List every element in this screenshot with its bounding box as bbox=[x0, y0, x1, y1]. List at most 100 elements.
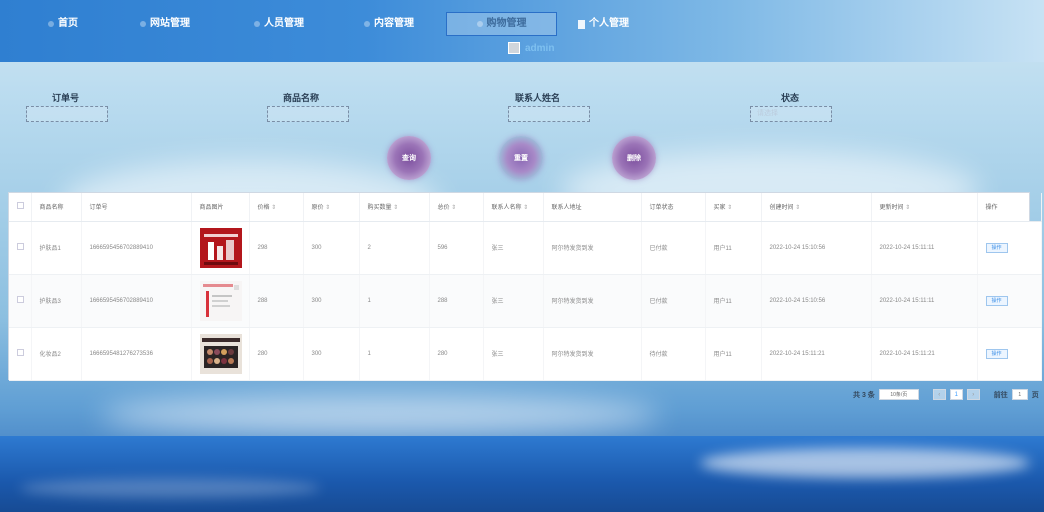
page-suffix: 页 bbox=[1031, 391, 1039, 399]
table-row[interactable]: 护肤品1 16665954567028894​10 298 300 2 596 bbox=[9, 221, 1042, 275]
row-checkbox[interactable] bbox=[17, 296, 24, 303]
total-count: 共 3 条 bbox=[853, 391, 875, 399]
price-cell: 298 bbox=[249, 221, 304, 275]
column-header-sortable[interactable]: 更新时间 ⇕ bbox=[871, 193, 978, 222]
product-image-cell bbox=[191, 327, 250, 381]
column-header: 商品名称 bbox=[31, 193, 82, 222]
order-number-input[interactable] bbox=[26, 106, 108, 122]
current-page[interactable]: 1 bbox=[949, 389, 963, 400]
nav-item-site-management[interactable]: 网站管理 bbox=[140, 12, 190, 36]
column-header-sortable[interactable]: 联系人名称 ⇕ bbox=[483, 193, 544, 222]
column-header-sortable[interactable]: 购买数量 ⇕ bbox=[359, 193, 430, 222]
product-name-input[interactable] bbox=[267, 106, 349, 122]
nav-item-label: 购物管理 bbox=[486, 18, 527, 29]
product-name-cell: 护肤品3 bbox=[31, 274, 82, 328]
document-icon bbox=[578, 19, 585, 29]
table-row[interactable]: 化妆品2 1666595481276273536 280 300 1 280 张… bbox=[9, 327, 1042, 381]
page-size-select[interactable]: 10条/页 bbox=[878, 389, 919, 400]
query-button[interactable]: 查询 bbox=[387, 136, 431, 180]
contact-name-input[interactable] bbox=[508, 106, 590, 122]
product-image-cell bbox=[191, 221, 250, 275]
table-header-row: 商品名称 订单号 商品图片 价格 ⇕ 原价 ⇕ 购买数量 ⇕ 总价 ⇕ 联系人名… bbox=[9, 193, 1042, 222]
price-cell: 288 bbox=[249, 274, 304, 328]
sort-icon[interactable]: ⇕ bbox=[271, 205, 276, 211]
select-all-checkbox[interactable] bbox=[17, 202, 24, 210]
nav-item-personal-management[interactable]: 个人管理 bbox=[578, 12, 629, 36]
quantity-cell: 1 bbox=[359, 274, 430, 328]
dot-icon bbox=[364, 21, 370, 27]
nav-item-personnel-management[interactable]: 人员管理 bbox=[254, 12, 304, 36]
buyer-cell: 用户11 bbox=[705, 274, 762, 328]
orders-table: 商品名称 订单号 商品图片 价格 ⇕ 原价 ⇕ 购买数量 ⇕ 总价 ⇕ 联系人名… bbox=[8, 192, 1042, 381]
actions-cell: 操作 bbox=[977, 274, 1042, 328]
nav-item-home[interactable]: 首页 bbox=[48, 12, 78, 36]
table-row[interactable]: 护肤品3 1666595456702889410 288 300 1 288 张… bbox=[9, 274, 1042, 328]
nav-item-shopping-management[interactable]: 购物管理 bbox=[446, 12, 557, 36]
next-page-button[interactable]: › bbox=[966, 389, 980, 400]
actions-cell: 操作 bbox=[977, 221, 1042, 275]
order-number-cell: 1666595481276273536 bbox=[81, 327, 192, 381]
sort-icon[interactable]: ⇕ bbox=[325, 205, 330, 211]
total-cell: 288 bbox=[429, 274, 484, 328]
top-navigation: 首页 网站管理 人员管理 内容管理 购物管理 个人管理 admin bbox=[0, 0, 1044, 62]
nav-item-label: 首页 bbox=[58, 18, 78, 29]
original-price-cell: 300 bbox=[303, 327, 360, 381]
total-cell: 596 bbox=[429, 221, 484, 275]
sort-icon[interactable]: ⇕ bbox=[795, 205, 800, 211]
column-header-label: 联系人名称 bbox=[491, 205, 522, 212]
goto-page-input[interactable]: 1 bbox=[1011, 389, 1028, 400]
user-menu[interactable]: admin bbox=[508, 42, 554, 54]
row-checkbox[interactable] bbox=[17, 349, 24, 356]
column-header: 操作 bbox=[977, 193, 1042, 222]
sort-icon[interactable]: ⇕ bbox=[905, 205, 910, 211]
column-header-sortable[interactable]: 价格 ⇕ bbox=[249, 193, 304, 222]
order-status-cell: 待付款 bbox=[641, 327, 706, 381]
product-image bbox=[199, 280, 242, 321]
row-action-button[interactable]: 操作 bbox=[985, 295, 1008, 306]
order-status-cell: 已付款 bbox=[641, 274, 706, 328]
original-price-cell: 300 bbox=[303, 274, 360, 328]
sort-icon[interactable]: ⇕ bbox=[451, 205, 456, 211]
column-header-label: 买家 bbox=[713, 205, 726, 212]
column-header: 联系人地址 bbox=[543, 193, 642, 222]
select-all-checkbox-cell[interactable] bbox=[9, 193, 32, 222]
row-action-button[interactable]: 操作 bbox=[985, 348, 1008, 359]
original-price-cell: 300 bbox=[303, 221, 360, 275]
dot-icon bbox=[48, 21, 54, 27]
delete-button[interactable]: 删除 bbox=[612, 136, 656, 180]
contact-name-label: 联系人姓名 bbox=[515, 93, 561, 103]
row-checkbox[interactable] bbox=[17, 243, 24, 250]
cloud-decoration bbox=[100, 395, 660, 435]
updated-time-cell: 2022-10-24 15:11:21 bbox=[871, 327, 978, 381]
product-name-label: 商品名称 bbox=[283, 93, 320, 103]
sort-icon[interactable]: ⇕ bbox=[523, 205, 528, 211]
column-header-label: 总价 bbox=[437, 205, 450, 212]
column-header-label: 更新时间 bbox=[879, 205, 904, 212]
dot-icon bbox=[140, 21, 146, 27]
sort-icon[interactable]: ⇕ bbox=[727, 205, 732, 211]
column-header: 商品图片 bbox=[191, 193, 250, 222]
prev-page-button[interactable]: ‹ bbox=[932, 389, 946, 400]
column-header-label: 购买数量 bbox=[367, 205, 392, 212]
column-header-sortable[interactable]: 原价 ⇕ bbox=[303, 193, 360, 222]
nav-item-label: 网站管理 bbox=[150, 18, 190, 29]
reset-button[interactable]: 重置 bbox=[499, 136, 543, 180]
wave-decoration bbox=[700, 448, 1030, 478]
column-header-label: 创建时间 bbox=[769, 205, 794, 212]
quantity-cell: 1 bbox=[359, 327, 430, 381]
nav-item-label: 个人管理 bbox=[589, 18, 629, 29]
column-header-sortable[interactable]: 总价 ⇕ bbox=[429, 193, 484, 222]
pagination: 共 3 条 10条/页 ‹ 1 › 前往 1 页 bbox=[853, 389, 1039, 400]
product-name-cell: 护肤品1 bbox=[31, 221, 82, 275]
sort-icon[interactable]: ⇕ bbox=[393, 205, 398, 211]
column-header-sortable[interactable]: 买家 ⇕ bbox=[705, 193, 762, 222]
product-name-cell: 化妆品2 bbox=[31, 327, 82, 381]
column-header-sortable[interactable]: 创建时间 ⇕ bbox=[761, 193, 872, 222]
actions-cell: 操作 bbox=[977, 327, 1042, 381]
order-number-cell: 1666595456702889410 bbox=[81, 274, 192, 328]
avatar bbox=[508, 42, 520, 54]
row-action-button[interactable]: 操作 bbox=[985, 242, 1008, 253]
status-select[interactable]: 请选择 bbox=[750, 106, 832, 122]
nav-item-content-management[interactable]: 内容管理 bbox=[364, 12, 414, 36]
product-image-cell bbox=[191, 274, 250, 328]
